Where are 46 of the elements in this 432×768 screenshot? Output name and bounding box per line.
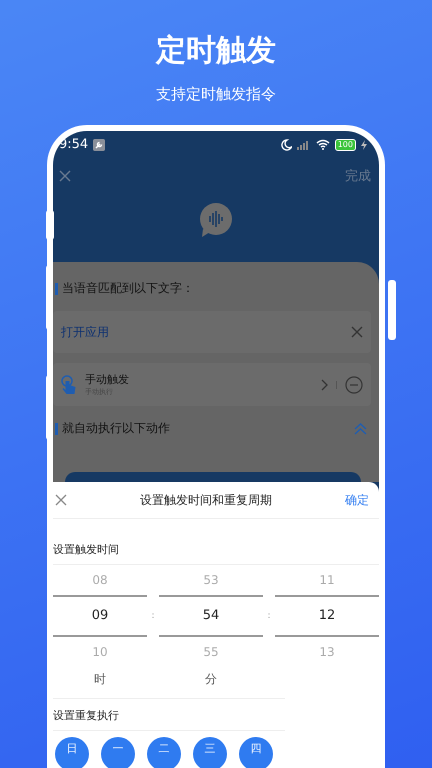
- battery-icon: 100: [334, 138, 356, 150]
- trigger-title: 手动触发: [85, 372, 129, 387]
- voice-bubble-icon: [199, 203, 233, 239]
- done-button[interactable]: 完成: [345, 167, 371, 185]
- time-wheel[interactable]: 11 12 13: [275, 565, 379, 667]
- wheel-option: 10: [92, 637, 108, 667]
- section-label: 设置触发时间: [53, 543, 120, 557]
- weekday-button[interactable]: 二: [147, 737, 181, 768]
- wheel-value: 09: [53, 595, 147, 637]
- section-heading: 就自动执行以下动作: [62, 420, 170, 437]
- weekday-button[interactable]: 一: [101, 737, 135, 768]
- unit-label: 时: [94, 672, 106, 686]
- wheel-option: 13: [319, 637, 335, 667]
- weekday-button[interactable]: 四: [239, 737, 273, 768]
- wheel-value: 54: [159, 595, 263, 637]
- close-icon[interactable]: [59, 170, 71, 182]
- phrase-card[interactable]: 打开应用: [53, 311, 371, 353]
- time-wheel[interactable]: 53 54 55: [159, 565, 263, 667]
- weekday-button[interactable]: 三: [193, 737, 227, 768]
- wheel-option: 53: [203, 565, 219, 595]
- phrase-text: 打开应用: [61, 324, 109, 340]
- confirm-button[interactable]: 确定: [345, 492, 369, 508]
- wheel-value: 12: [275, 595, 379, 637]
- charging-icon: [361, 140, 367, 150]
- time-separator: :: [266, 611, 272, 621]
- sheet-title: 设置触发时间和重复周期: [139, 492, 273, 508]
- wheel-option: 11: [319, 565, 335, 595]
- signal-icon: [296, 140, 311, 150]
- section-label: 设置重复执行: [53, 709, 120, 723]
- section-heading: 当语音匹配到以下文字：: [62, 280, 194, 297]
- close-icon[interactable]: [55, 494, 67, 506]
- wifi-icon: [316, 139, 330, 150]
- minus-circle-icon[interactable]: [345, 376, 363, 394]
- promo-subtitle: 支持定时触发指令: [156, 84, 276, 104]
- unit-label: 分: [205, 672, 217, 686]
- time-wheel[interactable]: 08 09 10: [53, 565, 147, 667]
- close-icon[interactable]: [351, 326, 363, 338]
- hand-tap-icon: [61, 374, 77, 394]
- weekday-button[interactable]: 日: [55, 737, 89, 768]
- chevron-right-icon: [321, 378, 328, 390]
- time-separator: :: [150, 611, 156, 621]
- wheel-option: 55: [203, 637, 219, 667]
- wheel-option: 08: [92, 565, 108, 595]
- moon-icon: [280, 138, 292, 150]
- wrench-icon: [93, 138, 106, 150]
- promo-title: 定时触发: [156, 32, 276, 70]
